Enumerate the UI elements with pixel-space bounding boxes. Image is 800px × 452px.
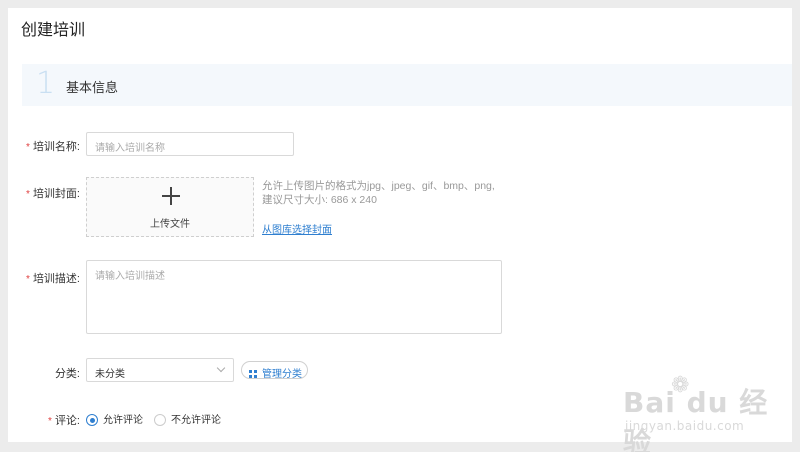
watermark-main-text: Bai du 经验 [623, 386, 769, 452]
disallow-comment-radio[interactable]: 不允许评论 [154, 411, 221, 426]
training-name-input[interactable]: 请输入培训名称 [86, 132, 294, 156]
training-name-placeholder: 请输入培训名称 [95, 143, 165, 154]
section-number: 1 [36, 66, 56, 101]
watermark-url-text: jingyan.baidu.com [625, 419, 745, 433]
plus-icon [159, 184, 183, 208]
training-description-placeholder: 请输入培训描述 [95, 271, 165, 282]
required-mark: * [26, 142, 30, 153]
upload-file-label: 上传文件 [150, 219, 190, 230]
required-mark: * [26, 189, 30, 200]
baidu-jingyan-watermark: ❁ Bai du 经验 jingyan.baidu.com [623, 373, 773, 452]
main-panel: 创建培训 1 基本信息 * 培训名称: 请输入培训名称 * 培训封面: 上传文件 允… [8, 8, 792, 452]
section-header: 1 基本信息 [22, 64, 792, 106]
manage-category-label: 管理分类 [262, 369, 302, 380]
section-title: 基本信息 [66, 80, 119, 95]
allow-comment-radio[interactable]: 允许评论 [86, 411, 143, 426]
cover-format-hint: 允许上传图片的格式为jpg、jpeg、gif、bmp、png, [262, 180, 495, 192]
required-mark: * [48, 416, 52, 427]
category-label: 分类: [54, 368, 80, 380]
training-description-textarea[interactable]: 请输入培训描述 [86, 260, 502, 334]
choose-from-library-link[interactable]: 从图库选择封面 [262, 221, 332, 236]
category-select[interactable]: 未分类 [86, 358, 234, 382]
comment-label: * 评论: [48, 415, 80, 427]
manage-category-button[interactable]: 管理分类 [241, 361, 308, 380]
cover-size-hint: 建议尺寸大小: 686 x 240 [262, 194, 377, 206]
disallow-comment-label: 不允许评论 [171, 415, 221, 426]
page-title: 创建培训 [21, 22, 86, 39]
radio-unchecked-icon[interactable] [154, 414, 166, 426]
training-cover-label: * 培训封面: [26, 188, 80, 200]
upload-file-button[interactable]: 上传文件 [86, 177, 254, 237]
training-name-label: * 培训名称: [26, 141, 80, 153]
allow-comment-label: 允许评论 [103, 415, 143, 426]
chevron-down-icon [216, 363, 226, 373]
radio-checked-icon[interactable] [86, 414, 98, 426]
category-selected-value: 未分类 [95, 369, 125, 380]
training-description-label: * 培训描述: [26, 273, 80, 285]
required-mark: * [26, 274, 30, 285]
grid-icon [249, 370, 257, 378]
